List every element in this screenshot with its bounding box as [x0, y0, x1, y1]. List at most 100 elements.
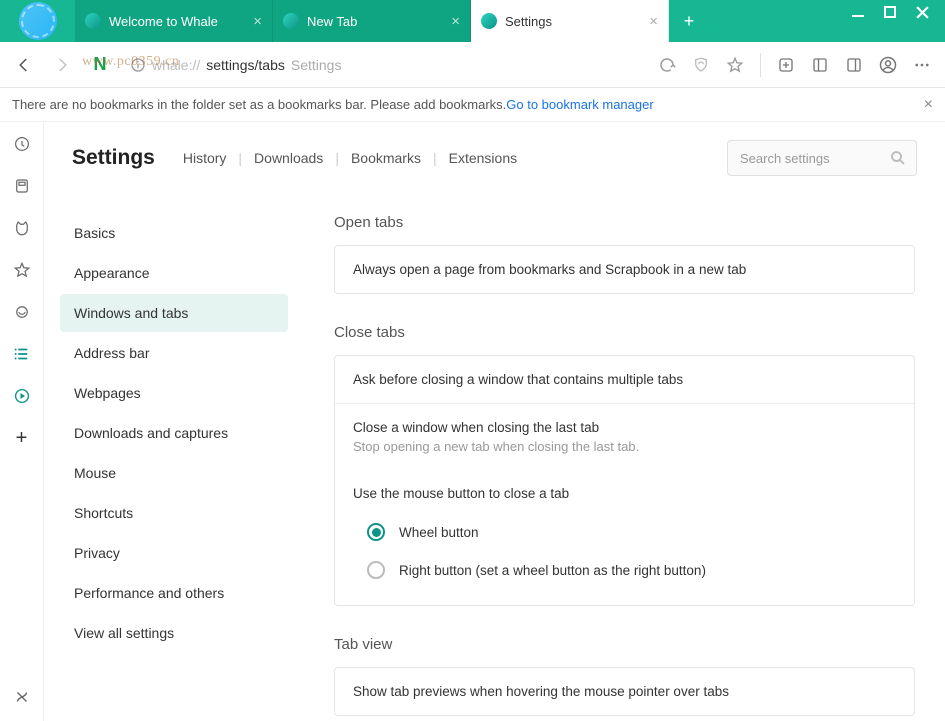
section-open-tabs: Open tabs Always open a page from bookma…	[334, 214, 915, 294]
shield-icon[interactable]	[688, 52, 714, 78]
settings-side-nav: Basics Appearance Windows and tabs Addre…	[44, 204, 304, 721]
panel-play-icon[interactable]	[10, 384, 34, 408]
close-window-button[interactable]	[916, 6, 929, 19]
side-item-address-bar[interactable]: Address bar	[60, 334, 288, 372]
panel-belly-icon[interactable]	[10, 300, 34, 324]
settings-search	[727, 140, 917, 176]
new-tab-button[interactable]: +	[669, 0, 709, 42]
bookmarks-bar: There are no bookmarks in the folder set…	[0, 88, 945, 122]
nav-history[interactable]: History	[183, 150, 227, 166]
home-button[interactable]: N	[86, 51, 114, 79]
setting-row[interactable]: Show tab previews when hovering the mous…	[335, 668, 914, 715]
setting-label: Use the mouse button to close a tab	[353, 486, 569, 501]
browser-tab[interactable]: Welcome to Whale ×	[75, 0, 273, 42]
section-tab-view: Tab view Show tab previews when hovering…	[334, 636, 915, 716]
whale-favicon-icon	[283, 13, 299, 29]
window-controls	[836, 0, 945, 42]
bookmark-star-icon[interactable]	[722, 52, 748, 78]
section-heading: Open tabs	[334, 214, 915, 231]
close-tab-icon[interactable]: ×	[253, 13, 262, 30]
search-icon	[889, 149, 907, 167]
sidebar-toggle-icon[interactable]	[807, 52, 833, 78]
whale-favicon-icon	[481, 13, 497, 29]
nav-bookmarks[interactable]: Bookmarks	[351, 150, 421, 166]
nav-downloads[interactable]: Downloads	[254, 150, 323, 166]
panel-scrapbook-icon[interactable]	[10, 174, 34, 198]
panel-cat-icon[interactable]	[10, 216, 34, 240]
url-suffix: Settings	[291, 57, 342, 73]
section-heading: Tab view	[334, 636, 915, 653]
settings-top-nav: History| Downloads| Bookmarks| Extension…	[183, 150, 517, 166]
back-button[interactable]	[10, 51, 38, 79]
tab-label: New Tab	[307, 14, 357, 29]
panel-clock-icon[interactable]	[10, 132, 34, 156]
tab-label: Welcome to Whale	[109, 14, 218, 29]
panel-star-icon[interactable]	[10, 258, 34, 282]
settings-header: Settings History| Downloads| Bookmarks| …	[44, 122, 945, 194]
side-item-mouse[interactable]: Mouse	[60, 454, 288, 492]
side-item-shortcuts[interactable]: Shortcuts	[60, 494, 288, 532]
panel-add-icon[interactable]: +	[10, 426, 34, 450]
radio-label: Right button (set a wheel button as the …	[399, 563, 706, 578]
side-item-performance[interactable]: Performance and others	[60, 574, 288, 612]
settings-card: Show tab previews when hovering the mous…	[334, 667, 915, 716]
capture-icon[interactable]	[773, 52, 799, 78]
main-area: + Settings History| Downloads| Bookmarks…	[0, 122, 945, 721]
settings-title: Settings	[72, 146, 155, 170]
side-item-basics[interactable]: Basics	[60, 214, 288, 252]
bookmark-manager-link[interactable]: Go to bookmark manager	[506, 97, 653, 112]
panel-icon[interactable]	[841, 52, 867, 78]
settings-content: Settings History| Downloads| Bookmarks| …	[44, 122, 945, 721]
minimize-button[interactable]	[852, 6, 864, 18]
radio-icon	[367, 523, 385, 541]
browser-tab[interactable]: New Tab ×	[273, 0, 471, 42]
app-logo-area	[0, 0, 75, 42]
profile-icon[interactable]	[875, 52, 901, 78]
side-item-appearance[interactable]: Appearance	[60, 254, 288, 292]
app-logo-icon	[19, 2, 57, 40]
close-tab-icon[interactable]: ×	[451, 13, 460, 30]
setting-label: Show tab previews when hovering the mous…	[353, 684, 729, 699]
close-tab-icon[interactable]: ×	[649, 13, 658, 30]
settings-card: Ask before closing a window that contain…	[334, 355, 915, 606]
setting-row[interactable]: Ask before closing a window that contain…	[335, 356, 914, 403]
setting-sublabel: Stop opening a new tab when closing the …	[353, 439, 896, 454]
reload-button[interactable]	[654, 52, 680, 78]
whale-favicon-icon	[85, 13, 101, 29]
radio-option-right[interactable]: Right button (set a wheel button as the …	[367, 551, 896, 589]
section-heading: Close tabs	[334, 324, 915, 341]
tab-label: Settings	[505, 14, 552, 29]
bookmarks-empty-message: There are no bookmarks in the folder set…	[12, 97, 506, 112]
maximize-button[interactable]	[884, 6, 896, 18]
browser-tab[interactable]: Settings ×	[471, 0, 669, 42]
radio-option-wheel[interactable]: Wheel button	[367, 513, 896, 551]
panel-list-icon[interactable]	[10, 342, 34, 366]
side-item-view-all[interactable]: View all settings	[60, 614, 288, 652]
setting-row[interactable]: Close a window when closing the last tab…	[335, 403, 914, 470]
settings-card: Always open a page from bookmarks and Sc…	[334, 245, 915, 294]
browser-tabs: Welcome to Whale × New Tab × Settings × …	[75, 0, 836, 42]
close-bookmarks-bar-icon[interactable]: ×	[924, 96, 933, 114]
setting-label: Close a window when closing the last tab	[353, 420, 896, 435]
forward-button[interactable]	[48, 51, 76, 79]
radio-group-close-tab-mouse: Wheel button Right button (set a wheel b…	[335, 503, 914, 605]
setting-row[interactable]: Always open a page from bookmarks and Sc…	[335, 246, 914, 293]
toolbar-divider	[760, 53, 761, 77]
more-menu-icon[interactable]	[909, 52, 935, 78]
side-item-downloads-captures[interactable]: Downloads and captures	[60, 414, 288, 452]
side-item-privacy[interactable]: Privacy	[60, 534, 288, 572]
side-item-webpages[interactable]: Webpages	[60, 374, 288, 412]
site-info-icon[interactable]	[130, 57, 146, 73]
side-panel: +	[0, 122, 44, 721]
toolbar: N whale://settings/tabs Settings	[0, 42, 945, 88]
section-close-tabs: Close tabs Ask before closing a window t…	[334, 324, 915, 606]
side-item-windows-and-tabs[interactable]: Windows and tabs	[60, 294, 288, 332]
panel-extensions-icon[interactable]	[10, 685, 34, 709]
url-path: settings/tabs	[206, 57, 285, 73]
settings-body: Basics Appearance Windows and tabs Addre…	[44, 194, 945, 721]
radio-label: Wheel button	[399, 525, 479, 540]
nav-extensions[interactable]: Extensions	[449, 150, 517, 166]
address-bar[interactable]: whale://settings/tabs Settings	[124, 57, 644, 73]
toolbar-actions	[654, 52, 935, 78]
setting-label: Always open a page from bookmarks and Sc…	[353, 262, 746, 277]
